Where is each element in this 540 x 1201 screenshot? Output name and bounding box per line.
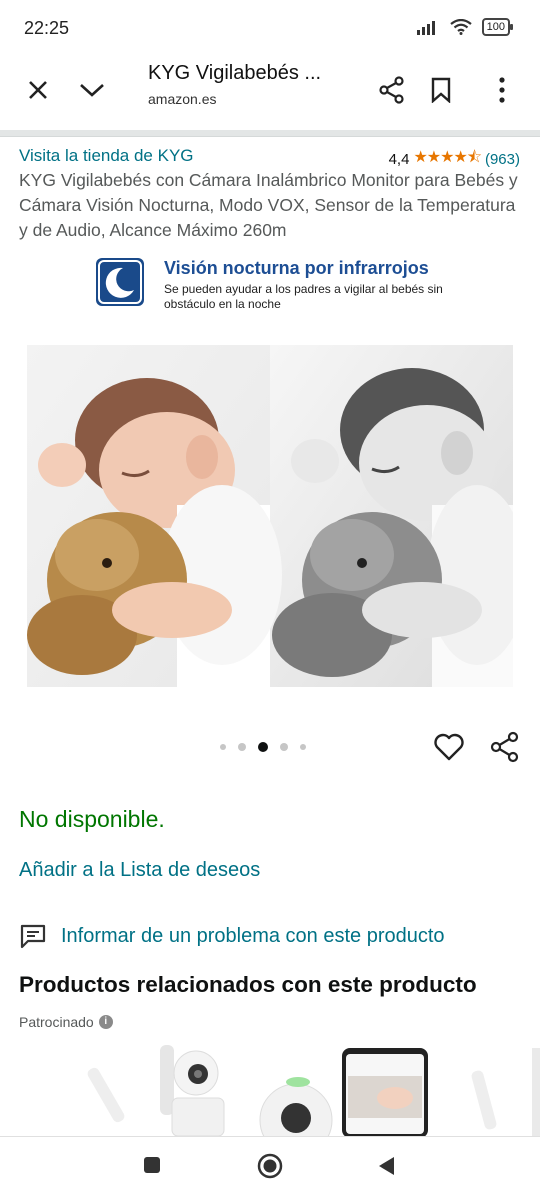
carousel-dot[interactable] <box>238 743 246 751</box>
bookmark-button[interactable] <box>421 70 461 110</box>
carousel-indicator[interactable] <box>220 742 306 752</box>
related-products-carousel[interactable] <box>0 1040 540 1136</box>
recent-apps-button[interactable] <box>142 1155 162 1180</box>
related-product-thumb-3 <box>471 1048 540 1136</box>
chevron-down-icon <box>80 84 104 97</box>
add-to-favorites-button[interactable] <box>432 730 466 764</box>
sponsored-label: Patrocinado i <box>19 1014 113 1030</box>
add-to-wishlist-link[interactable]: Añadir a la Lista de deseos <box>19 859 260 882</box>
rating-value: 4,4 <box>388 151 410 168</box>
browser-toolbar: KYG Vigilabebés ... amazon.es <box>0 58 540 130</box>
page-title: KYG Vigilabebés ... <box>148 62 322 84</box>
related-products-thumbnails <box>87 1045 540 1136</box>
share-icon <box>379 76 404 104</box>
carousel-dot[interactable] <box>300 744 306 750</box>
carousel-dot-active[interactable] <box>258 742 268 752</box>
wifi-icon <box>449 19 472 35</box>
share-product-button[interactable] <box>488 730 522 764</box>
product-image[interactable] <box>27 345 527 687</box>
back-icon <box>379 1157 394 1175</box>
close-button[interactable] <box>18 70 58 110</box>
more-options-button[interactable] <box>482 70 522 110</box>
svg-text:★: ★ <box>122 284 128 292</box>
more-vert-icon <box>499 77 505 103</box>
status-icons: 100 <box>416 18 514 36</box>
system-navigation-bar <box>0 1136 540 1201</box>
related-products-heading: Productos relacionados con este producto <box>19 972 477 997</box>
product-title: KYG Vigilabebés con Cámara Inalámbrico M… <box>19 170 518 240</box>
carousel-dot[interactable] <box>280 743 288 751</box>
home-icon <box>257 1153 283 1179</box>
back-button[interactable] <box>376 1155 396 1182</box>
signal-icon <box>416 21 435 35</box>
info-icon[interactable]: i <box>98 1015 113 1029</box>
feedback-icon <box>20 924 46 949</box>
svg-text:★: ★ <box>116 274 124 284</box>
status-bar: 22:25 100 <box>0 0 540 58</box>
status-time: 22:25 <box>24 18 70 38</box>
availability-status: No disponible. <box>19 806 165 832</box>
report-problem-link[interactable]: Informar de un problema con este product… <box>19 922 445 950</box>
banner-heading: Visión nocturna por infrarrojos <box>164 258 429 278</box>
related-product-camera-thumb <box>87 1045 225 1136</box>
sleeping-baby-image <box>27 345 527 687</box>
related-product-monitor-thumb <box>259 1048 428 1136</box>
night-vision-banner: ★ ★ Visión nocturna por infrarrojos Se p… <box>96 258 516 314</box>
recent-apps-icon <box>144 1157 160 1173</box>
home-button[interactable] <box>256 1152 284 1185</box>
share-button[interactable] <box>372 70 412 110</box>
share-icon <box>490 731 519 763</box>
battery-indicator: 100 <box>481 18 514 36</box>
sponsored-text: Patrocinado <box>19 1014 94 1030</box>
collapse-button[interactable] <box>72 70 112 110</box>
heart-icon <box>434 733 464 761</box>
carousel-dot[interactable] <box>220 744 226 750</box>
rating-count[interactable]: (963) <box>485 151 520 168</box>
page-title-block[interactable]: KYG Vigilabebés ... amazon.es <box>148 62 338 107</box>
page-domain: amazon.es <box>148 91 217 107</box>
toolbar-divider-line <box>0 136 540 137</box>
report-problem-label: Informar de un problema con este product… <box>61 924 445 947</box>
bookmark-icon <box>431 77 451 103</box>
visit-store-link[interactable]: Visita la tienda de KYG <box>19 146 194 166</box>
banner-subtext: Se pueden ayudar a los padres a vigilar … <box>164 282 443 311</box>
close-icon <box>29 81 47 99</box>
moon-stars-icon: ★ ★ <box>96 258 144 306</box>
